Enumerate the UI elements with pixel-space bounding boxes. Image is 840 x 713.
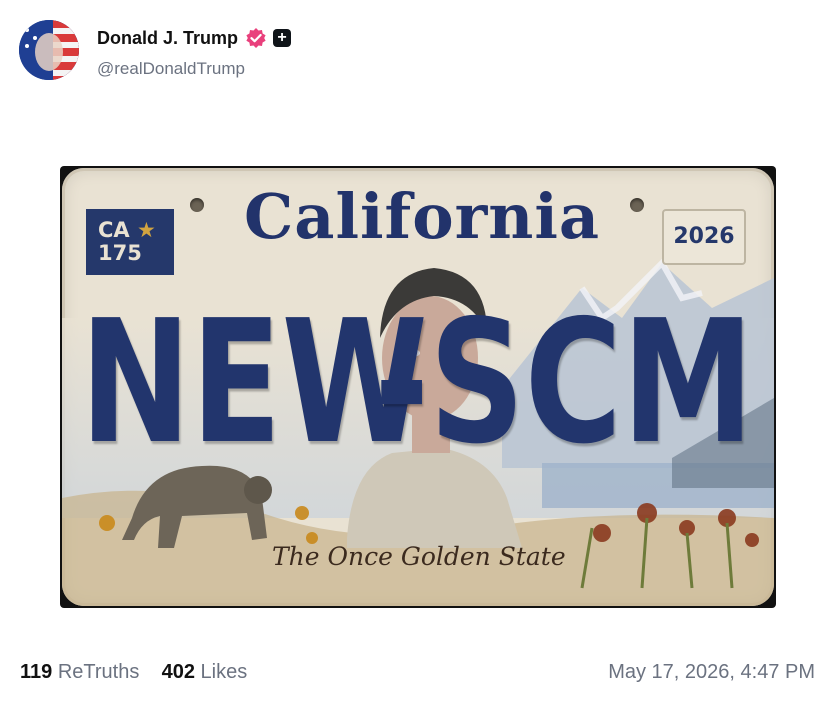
ca-badge: CA ★ 175 [86, 209, 174, 275]
display-name[interactable]: Donald J. Trump [97, 28, 238, 49]
name-row: Donald J. Trump + [97, 27, 292, 49]
badge-line1: CA [98, 218, 130, 242]
retruths-count: 119 [20, 661, 53, 683]
badge-line2: 175 [98, 241, 142, 265]
avatar[interactable] [19, 20, 79, 80]
year-sticker: 2026 [662, 209, 746, 265]
license-plate: CA ★ 175 California 2026 NEW -SCM The On… [62, 168, 774, 606]
post-image[interactable]: CA ★ 175 California 2026 NEW -SCM The On… [60, 166, 776, 608]
user-handle[interactable]: @realDonaldTrump [97, 59, 245, 79]
verified-badge-icon [245, 27, 267, 49]
bolt-hole-left [190, 198, 204, 212]
star-icon: ★ [136, 218, 156, 242]
post-header: Donald J. Trump + @realDonaldTrump [19, 20, 419, 82]
plate-text-right: -SCM [374, 284, 754, 482]
retruths-label: ReTruths [57, 661, 140, 683]
state-name: California [243, 180, 601, 253]
post-timestamp[interactable]: May 17, 2026, 4:47 PM [608, 661, 815, 684]
avatar-image [19, 20, 79, 80]
plus-square-icon: + [273, 29, 292, 47]
bolt-hole-right [630, 198, 644, 212]
plate-slogan: The Once Golden State [272, 542, 566, 571]
retruths-stat[interactable]: 119 ReTruths [20, 661, 139, 683]
likes-label: Likes [200, 661, 248, 683]
engagement-stats: 119 ReTruths 402 Likes [20, 661, 247, 684]
likes-stat[interactable]: 402 Likes [162, 661, 248, 683]
likes-count: 402 [161, 661, 195, 683]
